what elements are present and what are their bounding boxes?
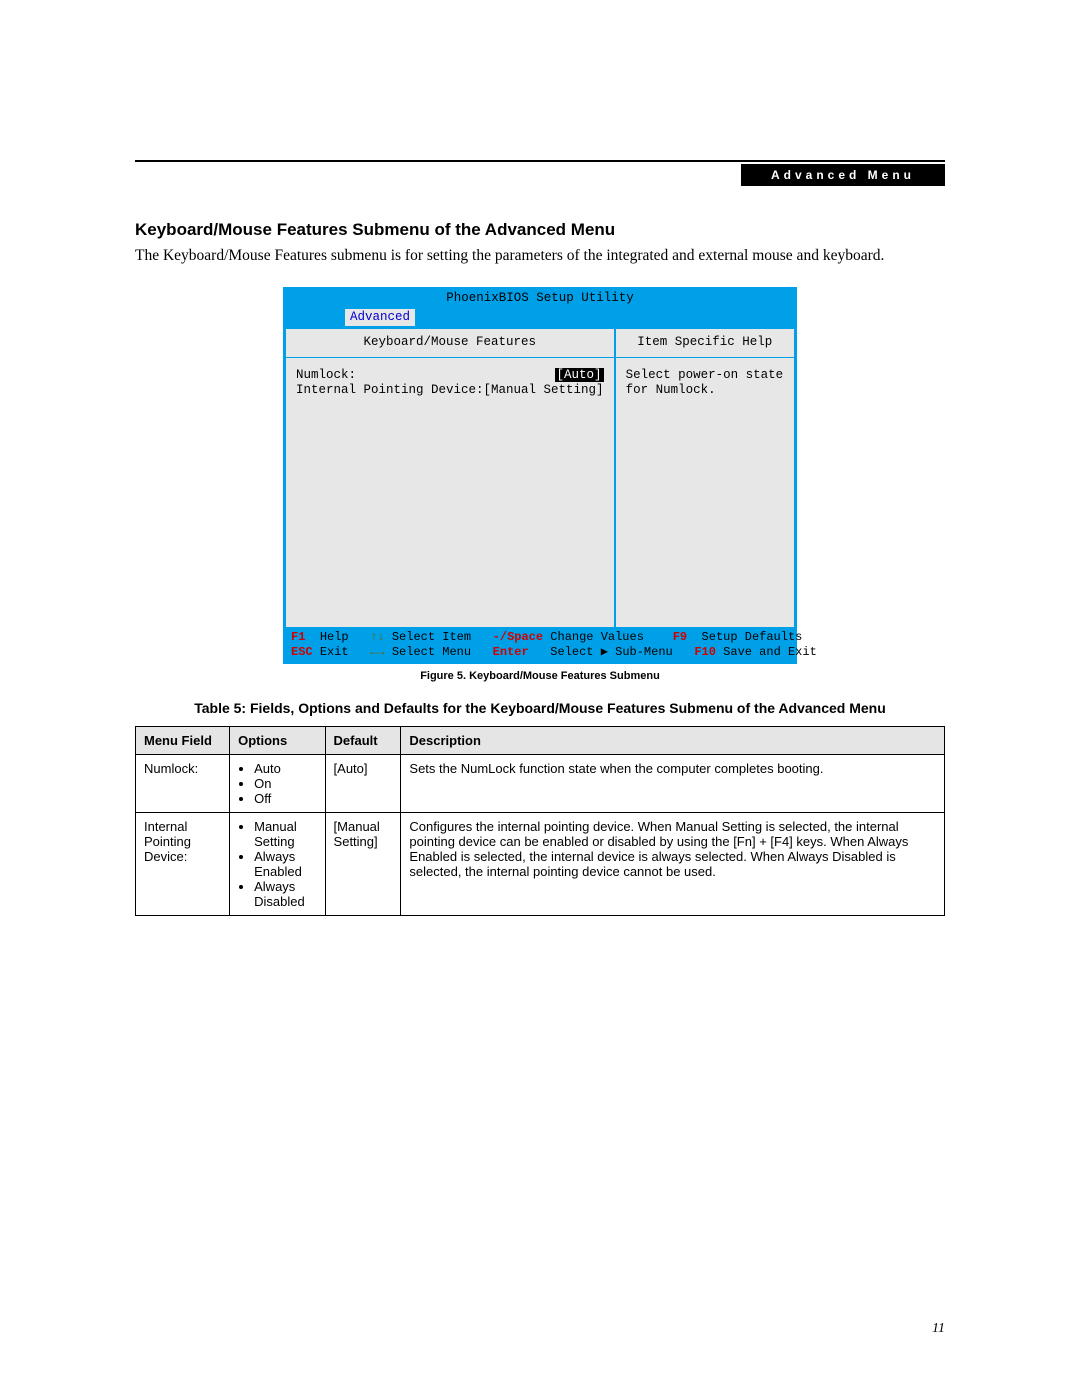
bios-row-numlock[interactable]: Numlock: [Auto]: [296, 368, 604, 384]
bios-field-value: [Manual Setting]: [484, 383, 604, 399]
bios-footer: F1 Help ↑↓ Select Item -/Space Change Va…: [285, 628, 795, 662]
cell-options: Manual Setting Always Enabled Always Dis…: [230, 813, 325, 916]
bios-right-title: Item Specific Help: [616, 329, 794, 358]
bios-field-label: Numlock:: [296, 368, 555, 384]
bios-help-text: Select power-on state for Numlock.: [616, 358, 794, 409]
option-item: Manual Setting: [254, 819, 316, 849]
action-setup-defaults: Setup Defaults: [702, 630, 803, 645]
action-change-values: Change Values: [550, 630, 644, 645]
section-title: Keyboard/Mouse Features Submenu of the A…: [135, 220, 945, 240]
bios-title: PhoenixBIOS Setup Utility: [285, 289, 795, 309]
document-page: Advanced Menu Keyboard/Mouse Features Su…: [0, 0, 1080, 1397]
page-number: 11: [932, 1321, 945, 1337]
option-item: Always Disabled: [254, 879, 316, 909]
table-header-row: Menu Field Options Default Description: [136, 727, 945, 755]
action-save-exit: Save and Exit: [723, 645, 817, 660]
intro-paragraph: The Keyboard/Mouse Features submenu is f…: [135, 246, 945, 267]
help-line: Select power-on state: [626, 368, 784, 384]
bios-footer-row-2: ESC Exit ←→ Select Menu Enter Select ▶ S…: [291, 645, 789, 660]
figure-caption: Figure 5. Keyboard/Mouse Features Submen…: [135, 670, 945, 682]
section-header-label: Advanced Menu: [741, 164, 945, 186]
table-row: Numlock: Auto On Off [Auto] Sets the Num…: [136, 755, 945, 813]
key-enter: Enter: [493, 645, 529, 660]
bios-footer-row-1: F1 Help ↑↓ Select Item -/Space Change Va…: [291, 630, 789, 645]
key-updown: ↑↓: [370, 630, 384, 645]
option-item: Off: [254, 791, 316, 806]
cell-field: Internal Pointing Device:: [136, 813, 230, 916]
bios-left-body: Numlock: [Auto] Internal Pointing Device…: [286, 358, 614, 409]
bios-tab-advanced[interactable]: Advanced: [345, 309, 415, 327]
cell-default: [Auto]: [325, 755, 401, 813]
th-description: Description: [401, 727, 945, 755]
cell-field: Numlock:: [136, 755, 230, 813]
cell-options: Auto On Off: [230, 755, 325, 813]
bios-left-title: Keyboard/Mouse Features: [286, 329, 614, 358]
key-f1: F1: [291, 630, 305, 645]
key-f9: F9: [673, 630, 687, 645]
cell-description: Configures the internal pointing device.…: [401, 813, 945, 916]
action-select-item: Select Item: [392, 630, 471, 645]
cell-description: Sets the NumLock function state when the…: [401, 755, 945, 813]
header-rule: [135, 160, 945, 162]
bios-row-pointing-device[interactable]: Internal Pointing Device: [Manual Settin…: [296, 383, 604, 399]
table-row: Internal Pointing Device: Manual Setting…: [136, 813, 945, 916]
th-default: Default: [325, 727, 401, 755]
help-line: for Numlock.: [626, 383, 784, 399]
option-item: Auto: [254, 761, 316, 776]
key-esc: ESC: [291, 645, 313, 660]
th-options: Options: [230, 727, 325, 755]
option-item: Always Enabled: [254, 849, 316, 879]
action-exit: Exit: [320, 645, 349, 660]
bios-screenshot: PhoenixBIOS Setup Utility Advanced Keybo…: [283, 287, 797, 664]
table-title: Table 5: Fields, Options and Defaults fo…: [135, 700, 945, 716]
bios-menubar: Advanced: [285, 309, 795, 329]
bios-field-label: Internal Pointing Device:: [296, 383, 484, 399]
header-band: Advanced Menu: [135, 164, 945, 186]
th-menu-field: Menu Field: [136, 727, 230, 755]
key-f10: F10: [694, 645, 716, 660]
bios-body: Keyboard/Mouse Features Numlock: [Auto] …: [285, 328, 795, 628]
cell-default: [Manual Setting]: [325, 813, 401, 916]
key-space: -/Space: [493, 630, 543, 645]
params-table: Menu Field Options Default Description N…: [135, 726, 945, 916]
action-select-menu: Select Menu: [392, 645, 471, 660]
option-item: On: [254, 776, 316, 791]
action-help: Help: [320, 630, 349, 645]
action-submenu: Select ▶ Sub-Menu: [550, 645, 672, 660]
bios-left-panel: Keyboard/Mouse Features Numlock: [Auto] …: [285, 328, 615, 628]
bios-field-value: [Auto]: [555, 368, 604, 384]
key-leftright: ←→: [370, 645, 384, 660]
bios-right-panel: Item Specific Help Select power-on state…: [615, 328, 795, 628]
